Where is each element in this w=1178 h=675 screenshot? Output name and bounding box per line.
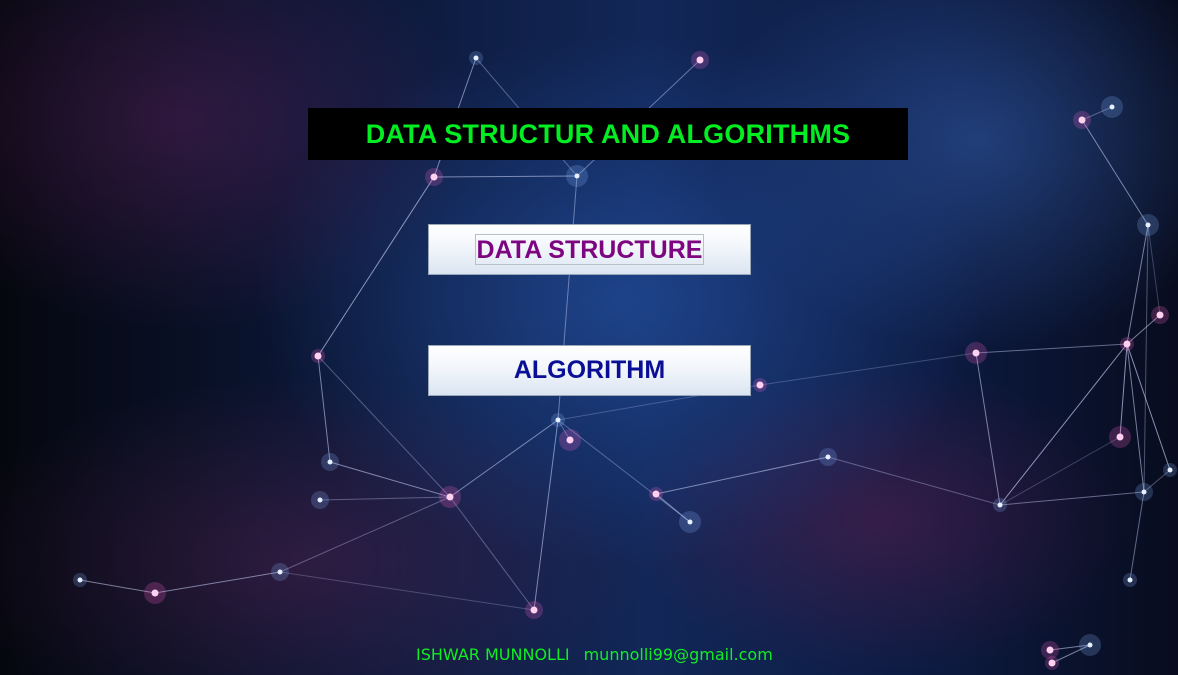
network-node [1109, 104, 1115, 110]
network-node [1145, 222, 1151, 228]
network-line [1143, 224, 1149, 493]
network-line [154, 571, 281, 594]
network-node [997, 502, 1003, 508]
network-node [696, 56, 704, 64]
data-structure-button-label: DATA STRUCTURE [474, 234, 705, 265]
network-line [317, 176, 435, 357]
network-line [999, 343, 1128, 506]
network-line [319, 496, 451, 501]
network-line [1119, 343, 1128, 438]
network-node [277, 569, 283, 575]
network-node [574, 173, 580, 179]
network-line [999, 436, 1121, 506]
network-node [77, 577, 83, 583]
footer-credits: ISHWAR MUNNOLLI munnolli99@gmail.com [416, 645, 836, 664]
network-node [1123, 340, 1131, 348]
network-node [1116, 433, 1124, 441]
network-node [555, 417, 561, 423]
network-line [1147, 224, 1161, 316]
network-line [1126, 224, 1149, 345]
app-title: DATA STRUCTUR AND ALGORITHMS [365, 118, 851, 149]
title-banner: DATA STRUCTUR AND ALGORITHMS [308, 108, 908, 160]
network-node [1046, 646, 1054, 654]
network-line [975, 352, 1001, 506]
network-line [1126, 343, 1171, 471]
network-line [279, 571, 535, 611]
network-node [825, 454, 831, 460]
network-node [1156, 311, 1164, 319]
network-line [79, 579, 156, 594]
network-node [314, 352, 322, 360]
network-node [566, 436, 574, 444]
network-node [446, 493, 454, 501]
network-line [279, 496, 451, 573]
network-line [533, 419, 559, 611]
network-node [652, 490, 660, 498]
network-line [1081, 119, 1149, 226]
network-line [975, 343, 1128, 354]
network-node [756, 381, 764, 389]
network-line [1126, 343, 1145, 493]
network-node [151, 589, 159, 597]
author-email: munnolli99@gmail.com [583, 645, 773, 664]
data-structure-button[interactable]: DATA STRUCTURE [428, 224, 751, 275]
network-node [1127, 577, 1133, 583]
network-node [530, 606, 538, 614]
network-line [449, 496, 535, 611]
network-node [1048, 659, 1056, 667]
algorithm-button[interactable]: ALGORITHM [428, 345, 751, 396]
network-node [1078, 116, 1086, 124]
network-background-image [73, 51, 1177, 670]
author-name: ISHWAR MUNNOLLI [416, 645, 570, 664]
algorithm-button-label: ALGORITHM [513, 356, 666, 384]
network-line [1129, 491, 1145, 581]
network-line [999, 491, 1145, 506]
network-line [655, 456, 829, 495]
network-node [473, 55, 479, 61]
network-node [972, 349, 980, 357]
network-line [329, 461, 451, 498]
network-node [687, 519, 693, 525]
network-node [317, 497, 323, 503]
network-node [327, 459, 333, 465]
network-node [1167, 467, 1173, 473]
network-node [1087, 642, 1093, 648]
network-line [317, 355, 331, 463]
network-line [449, 419, 559, 498]
network-node [1141, 489, 1147, 495]
network-node [430, 173, 438, 181]
network-line [433, 175, 578, 178]
network-line [827, 456, 1001, 506]
network-line [759, 352, 977, 386]
